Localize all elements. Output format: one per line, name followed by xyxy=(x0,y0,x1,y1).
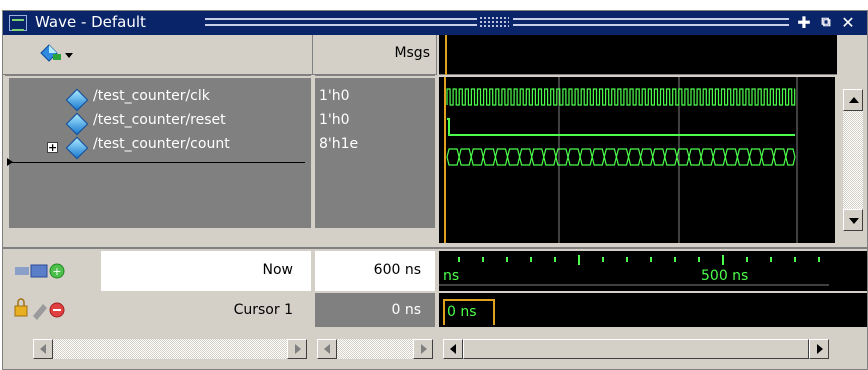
scroll-track[interactable] xyxy=(843,111,863,209)
cursor-marker-label: 0 ns xyxy=(447,304,477,320)
msgs-scroll-left-button[interactable] xyxy=(317,339,337,359)
signal-value-count: 8'h1e xyxy=(319,136,359,152)
signal-names-pane: /test_counter/clk /test_counter/reset + … xyxy=(5,75,311,245)
insertion-marker xyxy=(9,162,305,163)
dock-plus-icon[interactable]: ✚ xyxy=(795,14,813,32)
pane-divider[interactable] xyxy=(3,247,867,249)
wave-scroll-right-button[interactable] xyxy=(809,339,829,359)
cursor-value-cell: 0 ns xyxy=(315,293,435,327)
names-scroll-left-button[interactable] xyxy=(33,339,53,359)
window-title: Wave - Default xyxy=(35,13,146,31)
time-ruler[interactable]: ns 500 ns xyxy=(439,251,867,291)
arrow-left-icon xyxy=(40,344,46,354)
signal-row-reset[interactable]: /test_counter/reset xyxy=(5,112,305,136)
signal-diamond-icon xyxy=(65,136,89,160)
arrow-right-icon xyxy=(421,344,427,354)
wave-scroll-left-button[interactable] xyxy=(443,339,463,359)
bottom-scrollbars xyxy=(3,329,867,369)
clk-waveform xyxy=(446,88,796,106)
now-value: 600 ns xyxy=(373,262,421,278)
wave-window: Wave - Default ✚ ⧉ ✕ Msgs /test_counter/… xyxy=(2,10,868,370)
arrow-down-icon xyxy=(849,218,859,224)
signal-diamond-icon xyxy=(65,112,89,136)
cursor-value: 0 ns xyxy=(391,302,421,318)
cursor-marker-box[interactable]: 0 ns xyxy=(443,299,495,325)
signal-row-count[interactable]: + /test_counter/count xyxy=(5,136,305,160)
title-bar[interactable]: Wave - Default ✚ ⧉ ✕ xyxy=(3,11,867,35)
cursor-tool-icons[interactable] xyxy=(13,298,77,322)
signal-diamond-icon xyxy=(65,88,89,112)
arrow-up-icon xyxy=(849,97,859,103)
names-scroll-track[interactable] xyxy=(53,339,287,359)
wave-header-strip xyxy=(439,35,837,75)
signal-name: /test_counter/count xyxy=(93,136,230,152)
arrow-left-icon xyxy=(324,344,330,354)
title-rule-left xyxy=(205,18,477,26)
msgs-column-header: Msgs xyxy=(313,35,437,75)
title-rule-right xyxy=(513,18,789,26)
insertion-arrow-icon xyxy=(7,158,13,166)
waveform-canvas[interactable] xyxy=(439,77,835,243)
svg-text:+: + xyxy=(52,265,61,278)
names-scroll-right-button[interactable] xyxy=(287,339,307,359)
now-row-label-cell: + Now xyxy=(5,251,311,291)
cursor-line-top xyxy=(445,35,447,75)
signal-value-clk: 1'h0 xyxy=(319,88,350,104)
cursor-lane[interactable]: 0 ns xyxy=(439,293,867,327)
time-ruler-canvas xyxy=(439,255,829,286)
now-value-cell: 600 ns xyxy=(315,251,435,291)
reset-trace xyxy=(447,118,795,136)
reset-waveform xyxy=(447,118,795,136)
cursor-label: Cursor 1 xyxy=(233,302,293,318)
msgs-pane: 1'h0 1'h0 8'h1e xyxy=(315,75,435,245)
now-label: Now xyxy=(262,262,294,278)
count-trace xyxy=(446,148,796,166)
ruler-left-label: ns xyxy=(443,268,460,284)
signal-name: /test_counter/reset xyxy=(93,112,226,128)
arrow-left-icon xyxy=(450,344,456,354)
waveform-pane[interactable] xyxy=(439,77,835,243)
drag-grip-icon[interactable] xyxy=(479,16,509,28)
clk-trace xyxy=(446,88,796,106)
name-column-header xyxy=(3,35,313,75)
undock-icon[interactable]: ⧉ xyxy=(817,14,835,32)
close-icon[interactable]: ✕ xyxy=(839,14,857,32)
arrow-right-icon xyxy=(817,344,823,354)
wave-header-filler xyxy=(839,35,867,75)
scroll-down-button[interactable] xyxy=(843,209,863,231)
signal-value-reset: 1'h0 xyxy=(319,112,350,128)
scroll-up-button[interactable] xyxy=(843,89,863,111)
wave-window-icon xyxy=(9,15,27,31)
vertical-scrollbar[interactable] xyxy=(837,77,867,243)
ruler-mid-label: 500 ns xyxy=(701,268,749,284)
msgs-scroll-right-button[interactable] xyxy=(413,339,433,359)
wave-style-dropdown-icon[interactable] xyxy=(31,39,81,69)
time-tool-icons[interactable]: + xyxy=(13,259,77,283)
expand-plus-icon[interactable]: + xyxy=(47,142,58,153)
count-waveform xyxy=(446,148,796,166)
arrow-right-icon xyxy=(295,344,301,354)
cursor-row-label-cell: Cursor 1 xyxy=(5,293,311,327)
wave-scroll-thumb[interactable] xyxy=(463,339,809,359)
signal-name: /test_counter/clk xyxy=(93,88,210,104)
signal-row-clk[interactable]: /test_counter/clk xyxy=(5,88,305,112)
wave-scroll-track[interactable] xyxy=(463,339,809,359)
msgs-scroll-track[interactable] xyxy=(337,339,413,359)
msgs-header-label: Msgs xyxy=(394,45,430,61)
